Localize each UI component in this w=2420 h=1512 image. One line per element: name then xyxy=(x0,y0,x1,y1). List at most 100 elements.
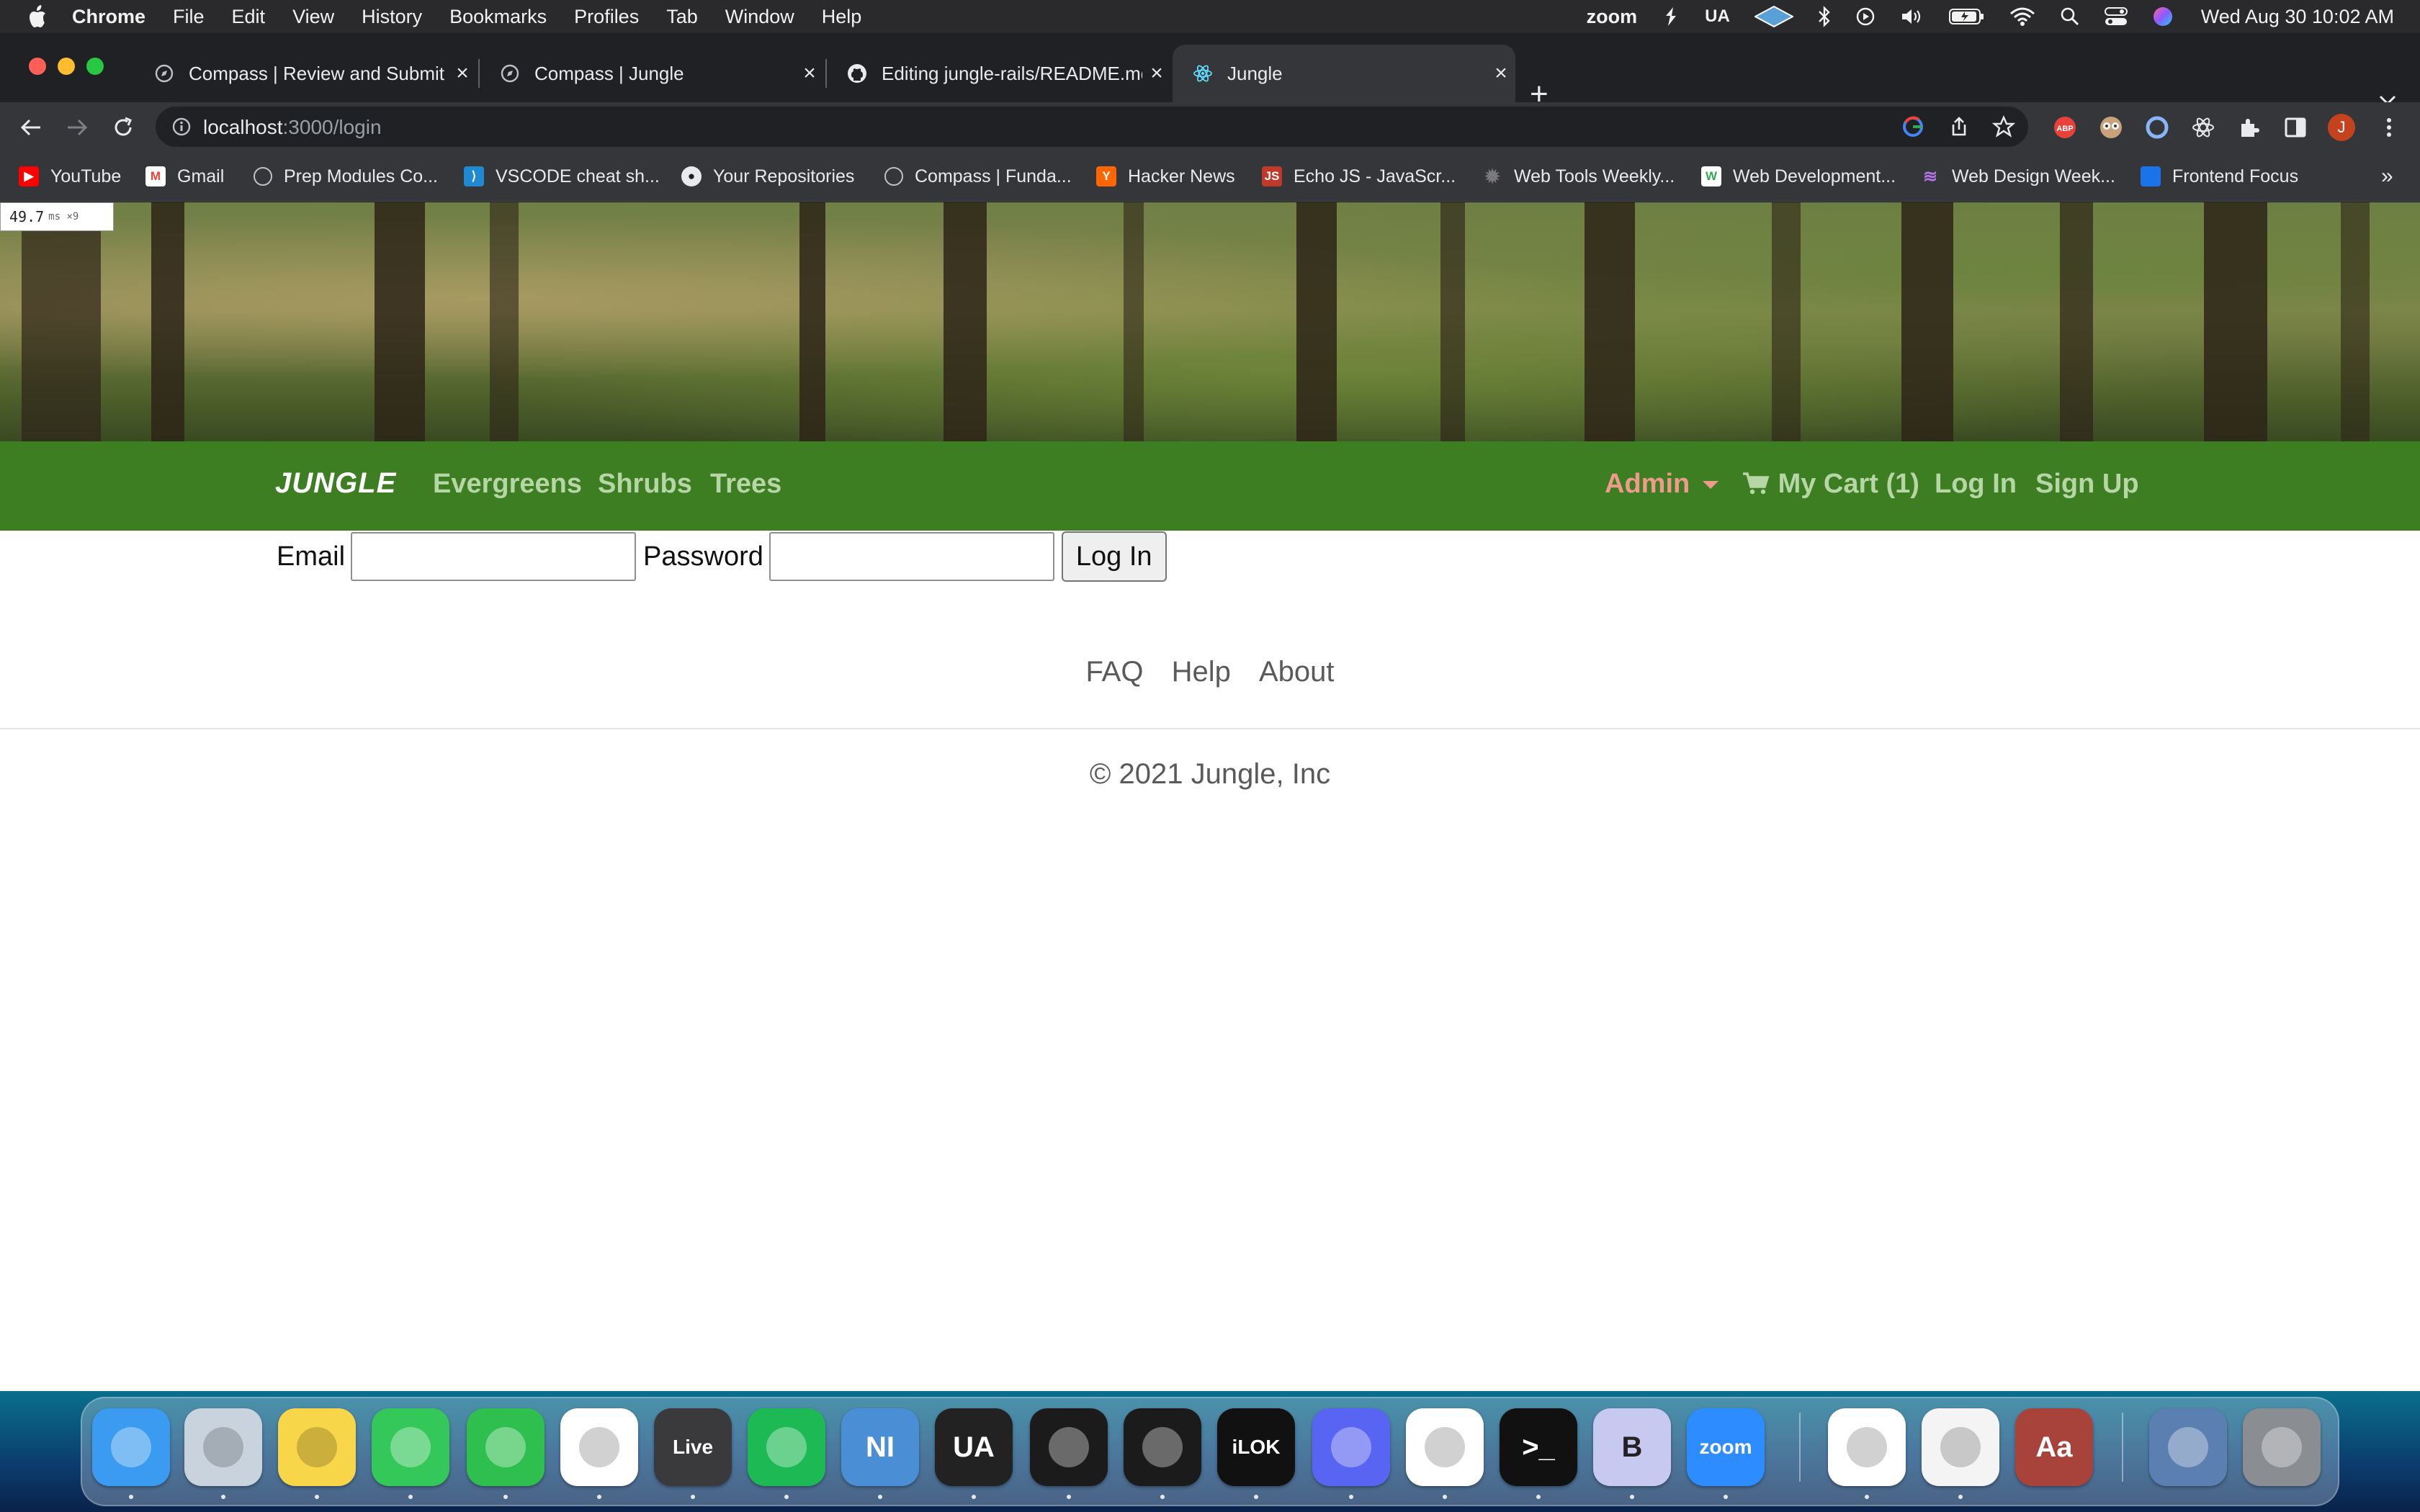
play-status-icon[interactable] xyxy=(1855,6,1876,27)
nav-link-evergreens[interactable]: Evergreens xyxy=(433,469,582,500)
dock-app-discord[interactable] xyxy=(1312,1408,1390,1486)
extension-abp-icon[interactable]: ABP xyxy=(2053,115,2077,140)
dock-app-downloads[interactable] xyxy=(2149,1408,2227,1486)
email-input[interactable] xyxy=(351,532,637,581)
my-cart-link[interactable]: My Cart (1) xyxy=(1742,469,1919,500)
dock-app-spotify[interactable] xyxy=(748,1408,825,1486)
bookmark-web-tools-weekly[interactable]: ✹ Web Tools Weekly... xyxy=(1482,164,1675,189)
nav-signup-link[interactable]: Sign Up xyxy=(2035,469,2139,500)
menu-tab[interactable]: Tab xyxy=(666,6,698,28)
dock-app-terminal[interactable]: >_ xyxy=(1500,1408,1577,1486)
dock-app-native-instruments[interactable]: NI xyxy=(841,1408,919,1486)
menu-app-name[interactable]: Chrome xyxy=(72,6,145,28)
footer-link-faq[interactable]: FAQ xyxy=(1085,656,1143,688)
dock-app-ua-connect[interactable]: UA xyxy=(935,1408,1013,1486)
footer-link-help[interactable]: Help xyxy=(1172,656,1231,688)
dock-app-splice[interactable] xyxy=(1828,1408,1906,1486)
ua-status-item[interactable]: UA xyxy=(1705,6,1730,27)
bookmark-star-icon[interactable] xyxy=(1992,115,2015,138)
bookmark-vscode-cheat-sheet[interactable]: ⟩ VSCODE cheat sh... xyxy=(464,164,660,189)
address-bar[interactable]: localhost:3000/login xyxy=(156,107,2028,147)
close-tab-icon[interactable]: × xyxy=(795,61,824,86)
menu-file[interactable]: File xyxy=(173,6,205,28)
tab-editing-readme[interactable]: Editing jungle-rails/README.md × xyxy=(827,45,1171,102)
menu-window[interactable]: Window xyxy=(725,6,794,28)
profile-avatar[interactable]: J xyxy=(2328,114,2355,141)
menu-edit[interactable]: Edit xyxy=(232,6,266,28)
chrome-menu-icon[interactable] xyxy=(2377,115,2401,140)
dock-app-dictionary[interactable]: Aa xyxy=(2015,1408,2093,1486)
side-panel-icon[interactable] xyxy=(2283,115,2308,140)
dock-app-trash[interactable] xyxy=(2243,1408,2321,1486)
zoom-status-item[interactable]: zoom xyxy=(1587,6,1638,28)
dock-app-facetime[interactable] xyxy=(467,1408,544,1486)
close-tab-icon[interactable]: × xyxy=(1487,61,1515,86)
bookmarks-overflow-chevron[interactable]: » xyxy=(2381,164,2393,189)
back-arrow-icon[interactable] xyxy=(19,115,43,140)
dock-app-vs-code[interactable] xyxy=(1406,1408,1484,1486)
dock-app-bbedit[interactable]: B xyxy=(1593,1408,1671,1486)
dock-app-finder[interactable] xyxy=(92,1408,170,1486)
bookmark-youtube[interactable]: ▶ YouTube xyxy=(19,164,121,189)
site-brand-logo[interactable]: JUNGLE xyxy=(275,467,396,500)
bookmark-hacker-news[interactable]: Y Hacker News xyxy=(1096,164,1235,189)
share-icon[interactable] xyxy=(1948,115,1971,138)
close-tab-icon[interactable]: × xyxy=(448,61,477,86)
menu-bar-clock[interactable]: Wed Aug 30 10:02 AM xyxy=(2201,6,2394,28)
google-lens-icon[interactable] xyxy=(1901,115,1924,138)
battery-icon[interactable] xyxy=(1948,7,1985,26)
dock-app-ableton-live[interactable]: Live xyxy=(654,1408,732,1486)
close-tab-icon[interactable]: × xyxy=(1142,61,1171,86)
close-window-button[interactable] xyxy=(29,58,46,75)
menu-bookmarks[interactable]: Bookmarks xyxy=(449,6,547,28)
tab-jungle[interactable]: Jungle × xyxy=(1173,45,1515,102)
nav-link-shrubs[interactable]: Shrubs xyxy=(598,469,692,500)
extension-react-devtools-icon[interactable] xyxy=(2191,115,2215,140)
login-submit-button[interactable]: Log In xyxy=(1061,531,1167,582)
bookmark-gmail[interactable]: M Gmail xyxy=(145,164,224,189)
bookmark-echo-js[interactable]: JS Echo JS - JavaScr... xyxy=(1262,164,1456,189)
site-info-icon[interactable] xyxy=(171,117,192,137)
dock-app-chrome[interactable] xyxy=(560,1408,638,1486)
zoom-window-button[interactable] xyxy=(86,58,104,75)
bookmark-your-repositories[interactable]: ● Your Repositories xyxy=(681,164,854,189)
ua-diamond-icon[interactable] xyxy=(1754,6,1793,27)
wifi-icon[interactable] xyxy=(2009,6,2035,27)
footer-link-about[interactable]: About xyxy=(1259,656,1335,688)
dock-app-textedit[interactable] xyxy=(1922,1408,1999,1486)
dock-app-uad-console[interactable] xyxy=(1030,1408,1108,1486)
menu-history[interactable]: History xyxy=(362,6,422,28)
menu-help[interactable]: Help xyxy=(822,6,862,28)
nav-login-link[interactable]: Log In xyxy=(1935,469,2017,500)
tab-compass-review[interactable]: Compass | Review and Submit × xyxy=(134,45,477,102)
reload-icon[interactable] xyxy=(111,115,135,140)
bookmark-prep-modules[interactable]: Prep Modules Co... xyxy=(254,164,438,189)
password-input[interactable] xyxy=(768,532,1054,581)
bookmark-web-design-weekly[interactable]: ≋ Web Design Week... xyxy=(1920,164,2115,189)
control-center-icon[interactable] xyxy=(2104,6,2128,27)
dock-app-messages[interactable] xyxy=(372,1408,449,1486)
dock-app-launchpad[interactable] xyxy=(184,1408,262,1486)
apple-menu-icon[interactable] xyxy=(26,4,48,29)
dock-app-ilok[interactable]: iLOK xyxy=(1217,1408,1295,1486)
volume-icon[interactable] xyxy=(1900,6,1924,27)
forward-arrow-icon[interactable] xyxy=(65,115,89,140)
spotlight-search-icon[interactable] xyxy=(2060,6,2080,27)
extension-owl-icon[interactable] xyxy=(2099,115,2123,140)
tab-compass-jungle[interactable]: Compass | Jungle × xyxy=(480,45,824,102)
dock-app-zoom[interactable]: zoom xyxy=(1687,1408,1765,1486)
extension-ring-icon[interactable] xyxy=(2145,115,2169,140)
menu-view[interactable]: View xyxy=(292,6,334,28)
extensions-puzzle-icon[interactable] xyxy=(2237,115,2262,140)
bluetooth-icon[interactable] xyxy=(1818,6,1831,27)
admin-dropdown[interactable]: Admin xyxy=(1605,469,1719,500)
siri-icon[interactable] xyxy=(2152,6,2174,27)
dock-app-uad-meter[interactable] xyxy=(1124,1408,1201,1486)
dock-app-notes[interactable] xyxy=(278,1408,356,1486)
splice-status-icon[interactable] xyxy=(1662,6,1680,27)
bookmark-web-development[interactable]: W Web Development... xyxy=(1701,164,1896,189)
minimize-window-button[interactable] xyxy=(58,58,75,75)
bookmark-frontend-focus[interactable]: Frontend Focus xyxy=(2141,164,2298,189)
menu-profiles[interactable]: Profiles xyxy=(574,6,639,28)
bookmark-compass-fundamentals[interactable]: Compass | Funda... xyxy=(884,164,1072,189)
